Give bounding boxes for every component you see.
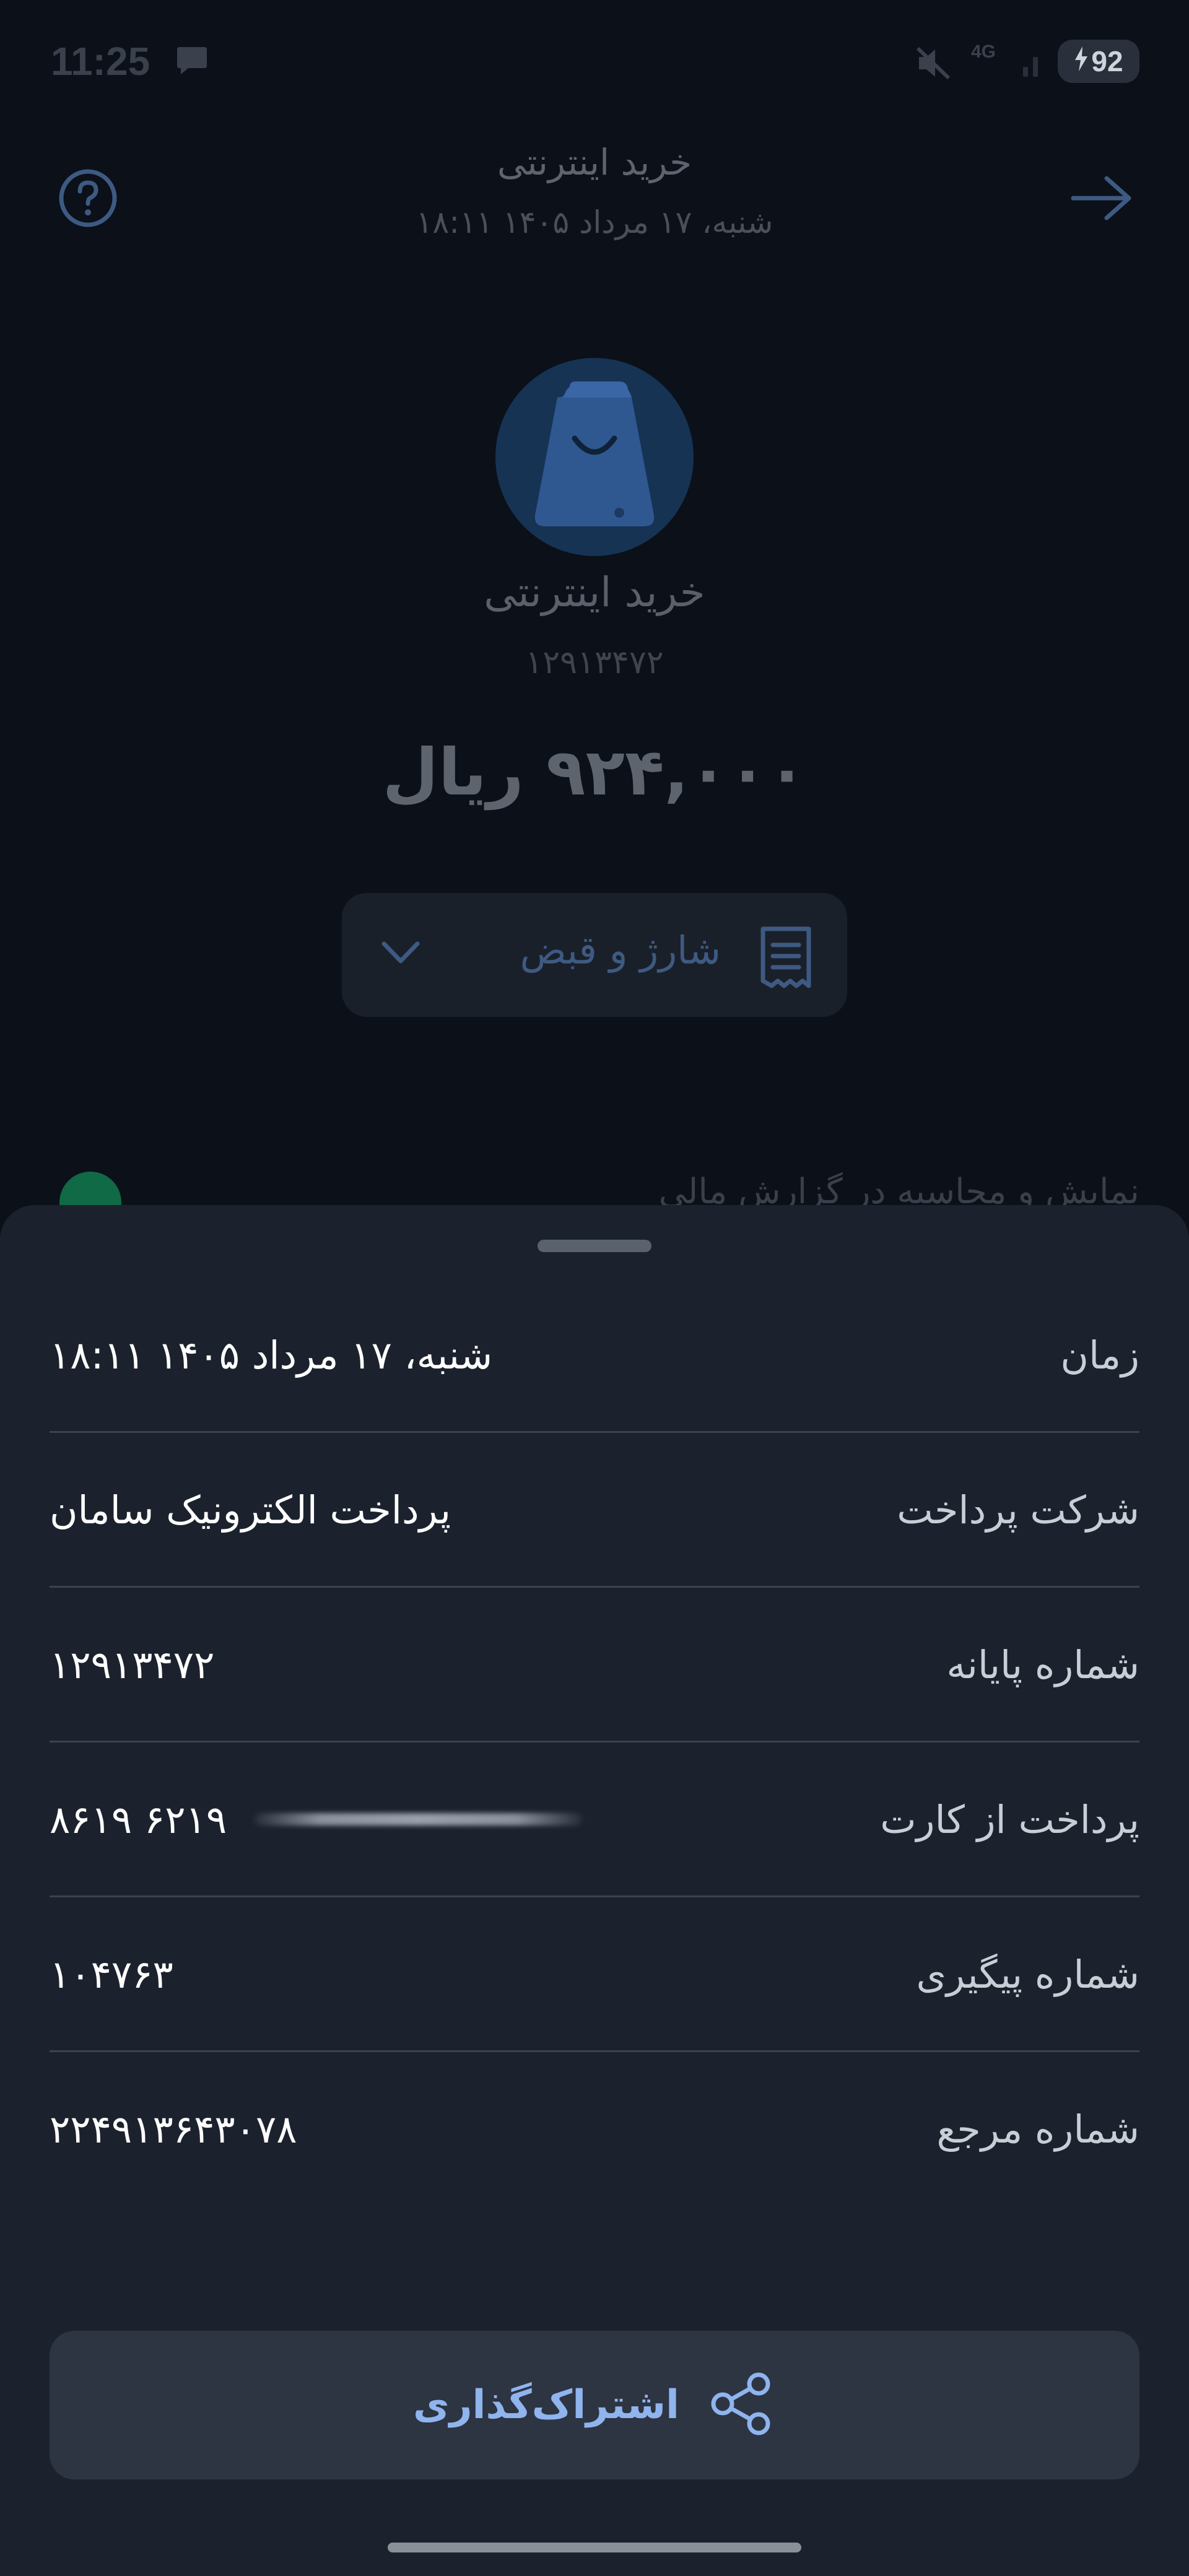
silent-mode-icon (915, 46, 952, 83)
detail-label: شرکت پرداخت (897, 1487, 1139, 1533)
detail-value: ۱۰۴۷۶۳ (50, 1952, 173, 1997)
detail-row-reference-number: شماره مرجع ۲۲۴۹۱۳۶۴۳۰۷۸ (50, 2052, 1139, 2207)
detail-value-card-number: ۶۲۱۹ ۸۶۱۹ (50, 1797, 227, 1842)
category-selector[interactable]: شارژ و قبض (342, 893, 847, 1017)
sheet-drag-handle[interactable] (538, 1240, 651, 1252)
detail-label: شماره مرجع (936, 2107, 1139, 2152)
detail-value: شنبه، ۱۷ مرداد ۱۴۰۵ ۱۸:۱۱ (50, 1333, 493, 1378)
detail-label: شماره پیگیری (916, 1952, 1139, 1997)
detail-label: زمان (1060, 1333, 1139, 1378)
detail-row-tracking-number: شماره پیگیری ۱۰۴۷۶۳ (50, 1897, 1139, 2052)
merchant-avatar (495, 358, 694, 556)
page-subtitle-datetime: شنبه، ۱۷ مرداد ۱۴۰۵ ۱۸:۱۱ (416, 204, 773, 240)
status-time: 11:25 (51, 39, 150, 84)
network-type: 4G (971, 41, 996, 62)
share-icon (707, 2372, 776, 2439)
receipt-icon (757, 925, 815, 992)
help-button[interactable] (56, 167, 120, 232)
battery-indicator: 92 (1058, 40, 1139, 83)
chevron-down-icon (379, 936, 422, 970)
shopping-bag-icon (526, 381, 663, 533)
detail-value: پرداخت الکترونیک سامان (50, 1487, 451, 1533)
home-indicator[interactable] (388, 2543, 801, 2552)
help-icon (58, 168, 118, 231)
page-title: خرید اینترنتی (497, 141, 692, 183)
battery-level: 92 (1091, 45, 1123, 77)
detail-row-terminal-number: شماره پایانه ۱۲۹۱۳۴۷۲ (50, 1588, 1139, 1743)
status-bar: 11:25 4G 92 (0, 0, 1189, 124)
detail-label: شماره پایانه (946, 1642, 1139, 1687)
back-button[interactable] (1068, 167, 1136, 232)
transaction-amount: ۹۲۴,۰۰۰ ریال (382, 734, 807, 810)
share-button[interactable]: اشتراک‌گذاری (50, 2331, 1139, 2479)
merchant-name: خرید اینترنتی (484, 568, 705, 616)
arrow-right-icon (1069, 173, 1134, 225)
signal-icon (1022, 51, 1040, 80)
category-label: شارژ و قبض (520, 928, 721, 973)
masked-card-digits (254, 1813, 582, 1825)
detail-row-card: پرداخت از کارت ۶۲۱۹ ۸۶۱۹ (50, 1743, 1139, 1897)
merchant-terminal-id: ۱۲۹۱۳۴۷۲ (525, 644, 664, 681)
detail-label: پرداخت از کارت (880, 1797, 1139, 1842)
transaction-details-sheet: زمان شنبه، ۱۷ مرداد ۱۴۰۵ ۱۸:۱۱ شرکت پردا… (0, 1205, 1189, 2576)
detail-row-time: زمان شنبه، ۱۷ مرداد ۱۴۰۵ ۱۸:۱۱ (50, 1278, 1139, 1433)
charging-bolt-icon (1074, 45, 1089, 78)
detail-value: ۱۲۹۱۳۴۷۲ (50, 1642, 215, 1687)
share-button-label: اشتراک‌گذاری (413, 2382, 679, 2428)
chat-icon (175, 46, 209, 79)
detail-value: ۲۲۴۹۱۳۶۴۳۰۷۸ (50, 2107, 297, 2152)
detail-row-payment-company: شرکت پرداخت پرداخت الکترونیک سامان (50, 1433, 1139, 1588)
